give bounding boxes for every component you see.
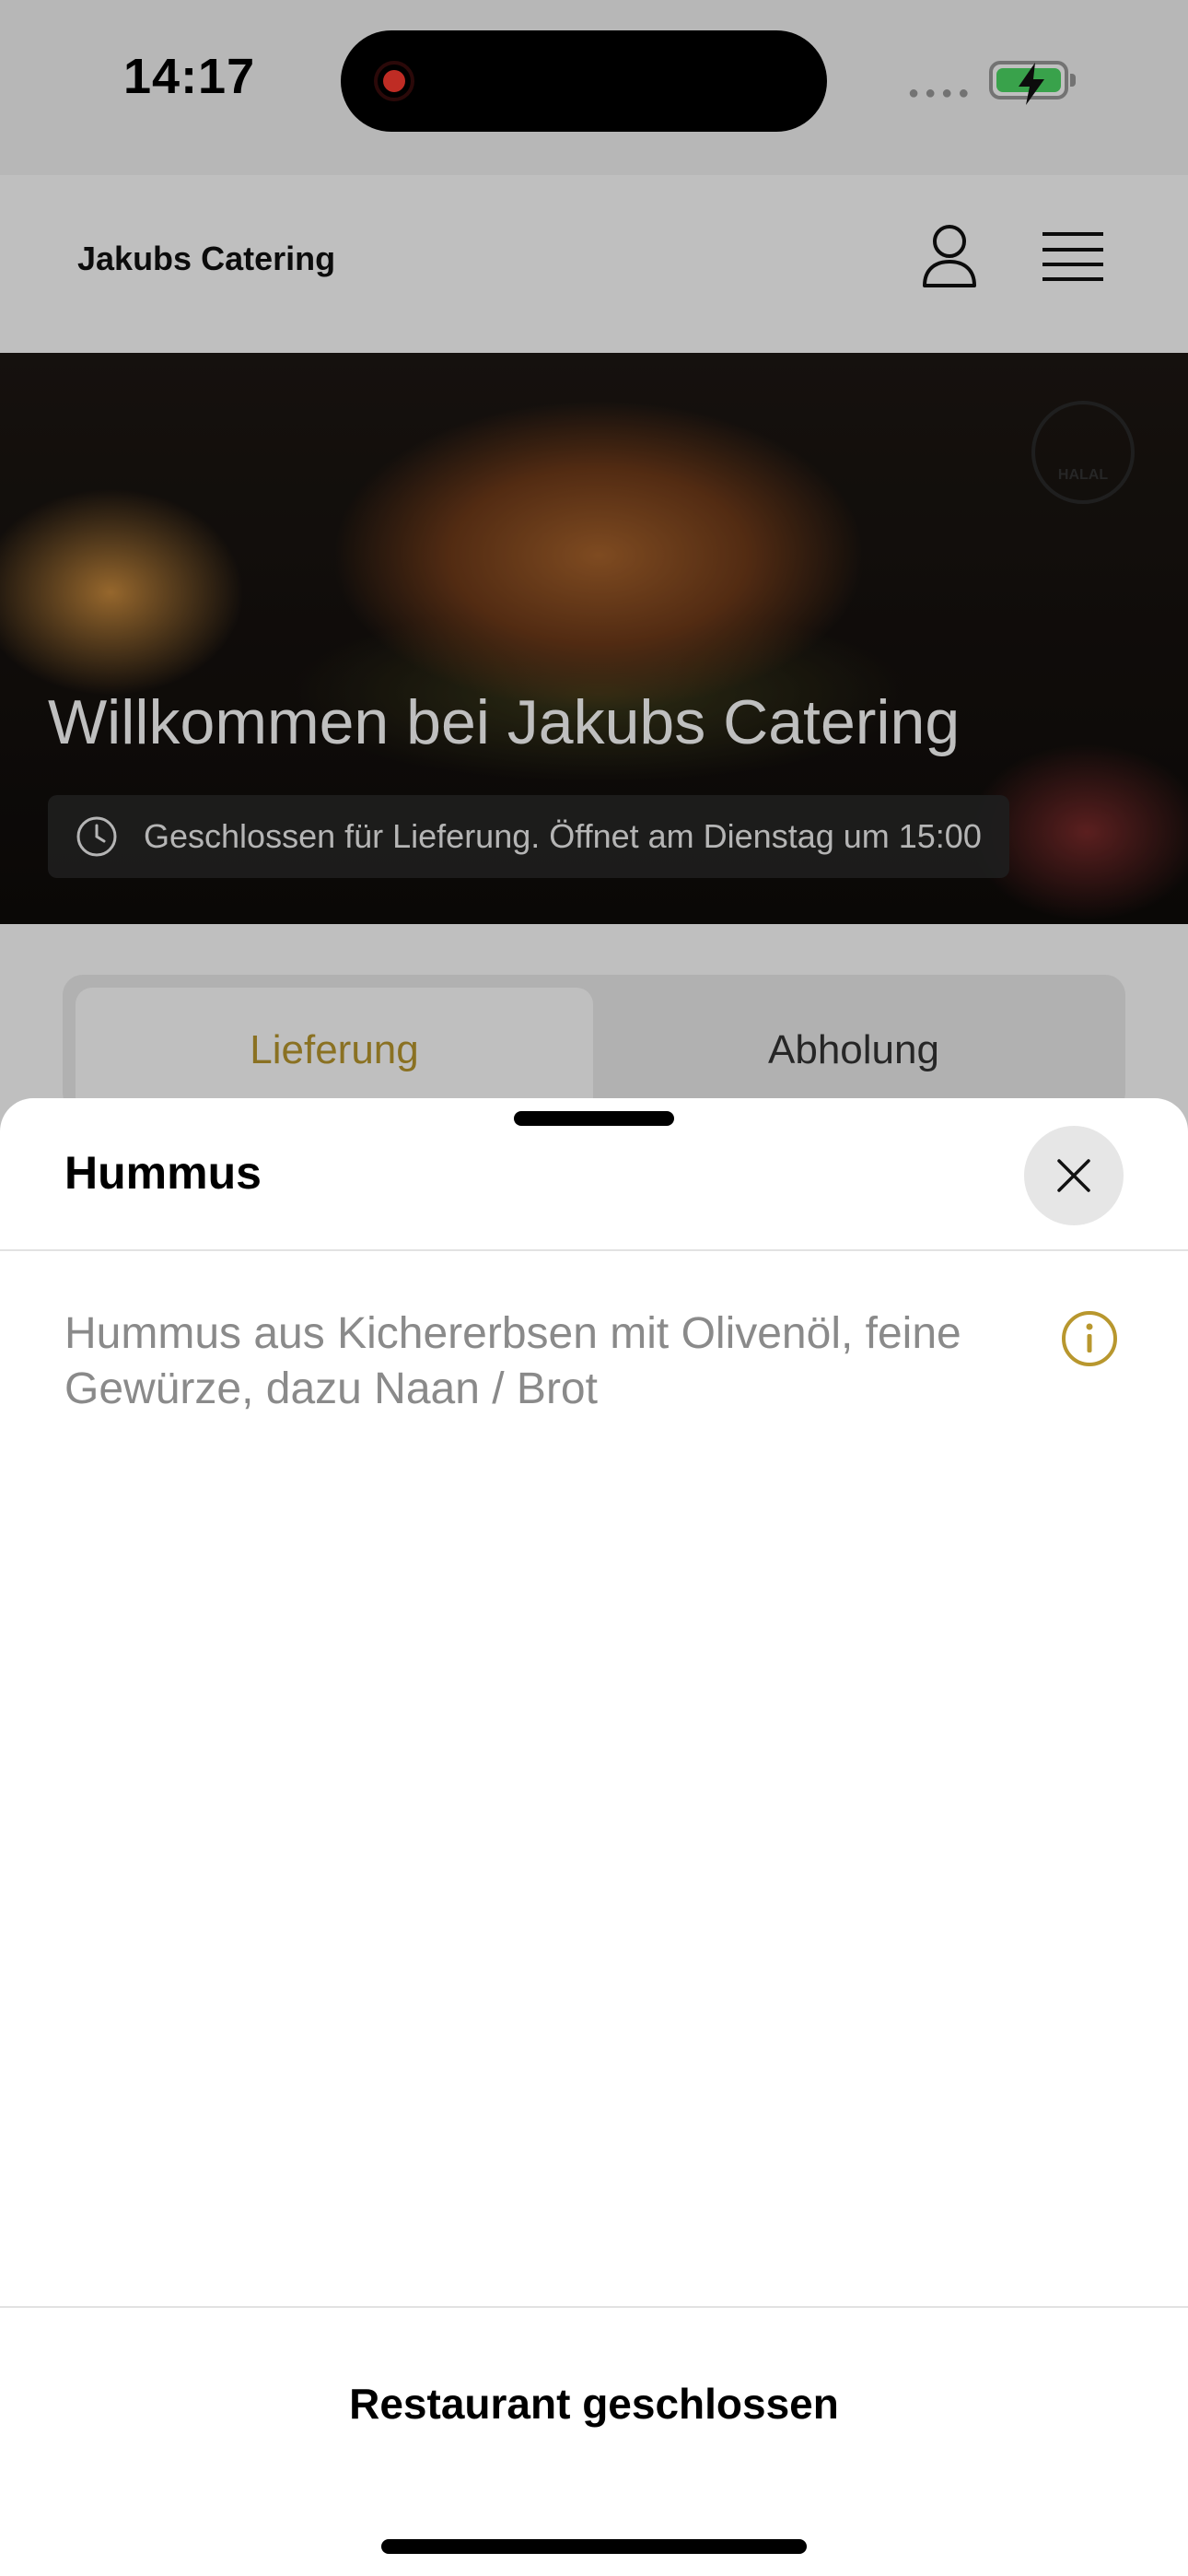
- footer-divider: [0, 2306, 1188, 2308]
- home-indicator: [381, 2539, 807, 2554]
- restaurant-closed-label: Restaurant geschlossen: [349, 2380, 839, 2428]
- app-screen: 14:17 ●●●● Jakubs Catering HALAL Willkom…: [0, 0, 1188, 2576]
- close-button[interactable]: [1024, 1126, 1124, 1225]
- sheet-divider: [0, 1249, 1188, 1251]
- product-description: Hummus aus Kichererbsen mit Olivenöl, fe…: [64, 1309, 961, 1413]
- close-icon: [1057, 1159, 1090, 1192]
- sheet-grabber[interactable]: [514, 1111, 674, 1126]
- info-icon[interactable]: [1059, 1308, 1120, 1369]
- product-title: Hummus: [64, 1147, 262, 1199]
- product-sheet: Hummus Hummus aus Kichererbsen mit Olive…: [0, 1098, 1188, 2576]
